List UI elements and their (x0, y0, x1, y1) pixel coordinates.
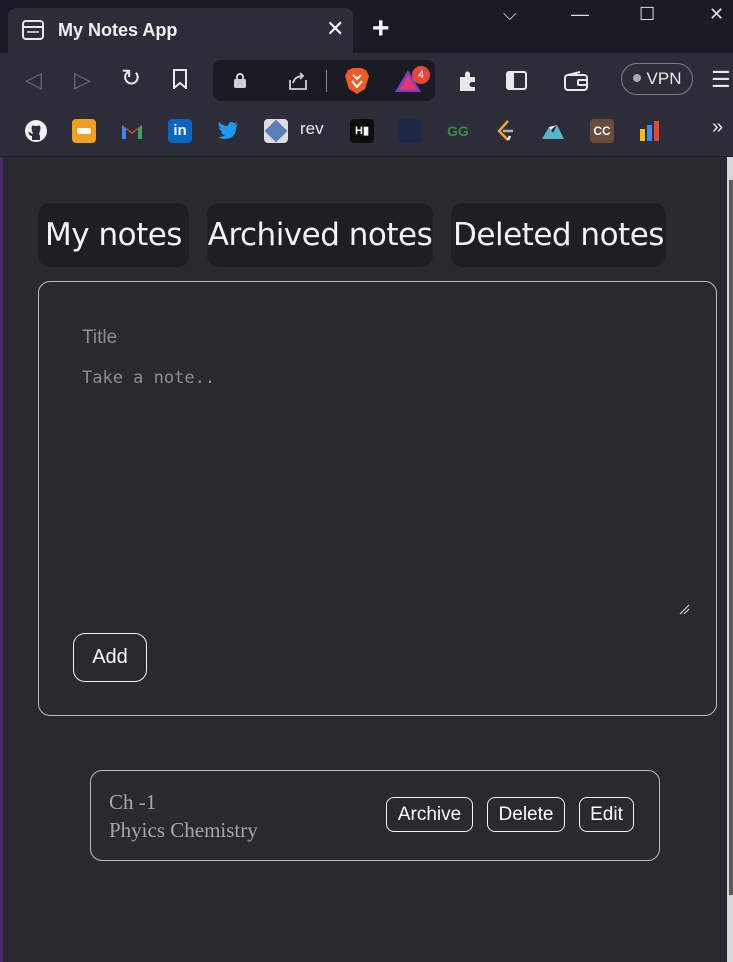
resize-grip-icon[interactable] (678, 603, 690, 615)
title-input[interactable] (80, 320, 644, 356)
minimize-button[interactable]: — (571, 4, 589, 25)
bookmarks-overflow-icon[interactable]: » (712, 116, 723, 139)
share-icon[interactable] (287, 71, 309, 91)
bookmarks-bar: in rev H▮ GG CC » (0, 108, 733, 157)
github-icon[interactable] (24, 119, 48, 143)
bookmark-mountain-icon[interactable] (541, 119, 565, 143)
forward-icon[interactable]: ▷ (74, 69, 91, 91)
extensions-icon[interactable] (457, 70, 479, 92)
new-tab-button[interactable]: + (372, 14, 390, 44)
edit-button[interactable]: Edit (579, 797, 634, 832)
nav-my-notes[interactable]: My notes (38, 203, 189, 267)
maximize-button[interactable]: ☐ (639, 4, 655, 25)
wallet-icon[interactable] (564, 71, 588, 91)
browser-tab[interactable]: My Notes App ✕ (8, 8, 353, 53)
analytics-icon[interactable] (638, 119, 662, 143)
tab-search-icon[interactable]: ⌵ (503, 4, 517, 25)
delete-button[interactable]: Delete (487, 797, 565, 832)
archive-button[interactable]: Archive (386, 797, 473, 832)
notes-favicon-icon (22, 20, 44, 40)
bookmark-dark-icon[interactable] (398, 119, 422, 143)
note-body: Phyics Chemistry (109, 818, 258, 842)
vpn-label: VPN (646, 69, 682, 88)
add-button[interactable]: Add (73, 633, 147, 682)
vpn-button[interactable]: VPN (621, 63, 693, 95)
note-card (90, 770, 660, 861)
rewards-badge: 4 (412, 66, 430, 84)
brave-shields-icon[interactable] (344, 67, 370, 95)
vpn-status-dot (632, 74, 641, 82)
reload-icon[interactable]: ↻ (121, 67, 141, 91)
nav-archived-notes[interactable]: Archived notes (207, 203, 433, 267)
menu-icon[interactable]: ☰ (711, 69, 731, 91)
note-title: Ch -1 (109, 790, 157, 814)
bookmark-orange-icon[interactable] (72, 119, 96, 143)
tab-title: My Notes App (58, 20, 178, 40)
bookmark-rev-icon[interactable] (264, 119, 288, 143)
scrollbar-thumb[interactable] (729, 180, 733, 895)
twitter-icon[interactable] (216, 119, 240, 143)
back-icon[interactable]: ◁ (25, 69, 42, 91)
address-divider (326, 70, 327, 92)
tab-close-icon[interactable]: ✕ (326, 18, 344, 40)
browser-toolbar: ◁ ▷ ↻ 4 VPN ☰ (0, 53, 733, 108)
lock-icon (234, 73, 246, 88)
linkedin-icon[interactable]: in (168, 119, 192, 143)
leetcode-icon[interactable] (494, 119, 518, 143)
sidebar-icon[interactable] (506, 71, 527, 90)
browser-titlebar: My Notes App ✕ + ⌵ — ☐ ✕ (0, 0, 733, 53)
gmail-icon[interactable] (120, 119, 144, 143)
bookmark-icon[interactable] (172, 69, 188, 89)
geeksforgeeks-icon[interactable]: GG (446, 119, 470, 143)
bookmark-rev-label[interactable]: rev (300, 119, 324, 139)
nav-deleted-notes[interactable]: Deleted notes (451, 203, 666, 267)
codechef-icon[interactable]: CC (590, 119, 614, 143)
hackerrank-icon[interactable]: H▮ (350, 119, 374, 143)
close-window-button[interactable]: ✕ (709, 4, 724, 25)
note-textarea[interactable] (80, 366, 698, 626)
